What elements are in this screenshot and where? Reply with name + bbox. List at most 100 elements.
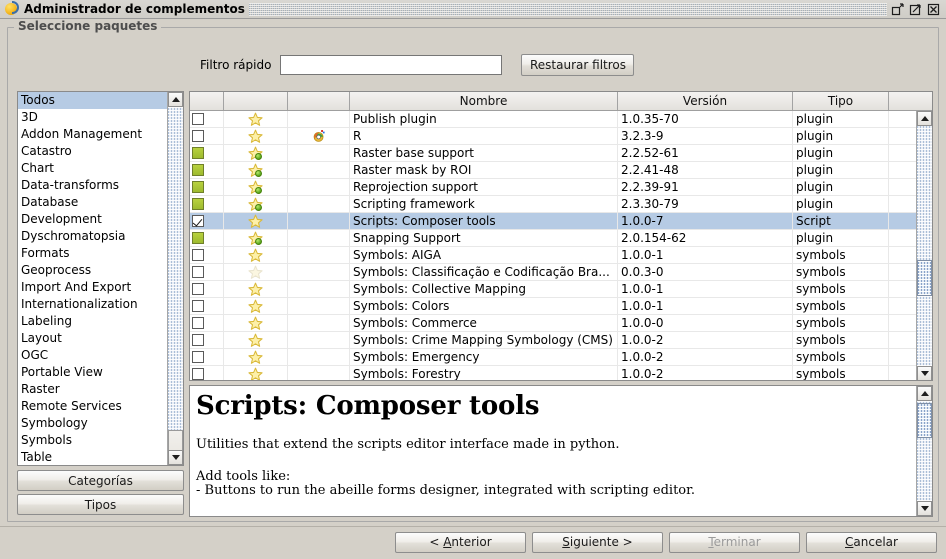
table-row[interactable]: Raster mask by ROI 2.2.41-48 plugin [190, 162, 932, 179]
row-checkbox-cell[interactable] [190, 213, 224, 229]
table-header-check[interactable] [190, 92, 224, 110]
category-item[interactable]: Remote Services [18, 398, 168, 415]
next-button[interactable]: Siguiente > [532, 532, 663, 553]
restore-button[interactable] [891, 2, 904, 16]
package-checkbox[interactable] [192, 368, 204, 380]
row-star-cell[interactable] [224, 128, 288, 144]
table-row[interactable]: R 3.2.3-9 plugin [190, 128, 932, 145]
category-item[interactable]: 3D [18, 109, 168, 126]
table-row[interactable]: Publish plugin 1.0.35-70 plugin [190, 111, 932, 128]
package-checkbox[interactable] [192, 334, 204, 346]
category-item[interactable]: OGC [18, 347, 168, 364]
row-checkbox-cell[interactable] [190, 196, 224, 212]
categories-list[interactable]: Todos 3D Addon Management Catastro Chart Data… [17, 91, 184, 466]
category-item[interactable]: Portable View [18, 364, 168, 381]
star-icon[interactable] [248, 180, 263, 195]
category-item[interactable]: Chart [18, 160, 168, 177]
description-scrollbar-thumb[interactable] [917, 403, 932, 438]
row-checkbox-cell[interactable] [190, 128, 224, 144]
description-scrollbar[interactable] [916, 386, 932, 516]
row-star-cell[interactable] [224, 213, 288, 229]
table-header-icon[interactable] [288, 92, 350, 110]
description-scroll-down-button[interactable] [917, 501, 932, 516]
row-star-cell[interactable] [224, 298, 288, 314]
categories-scroll-down-button[interactable] [168, 450, 183, 465]
categories-scroll-up-button[interactable] [168, 92, 183, 107]
star-icon[interactable] [248, 350, 263, 365]
table-row[interactable]: Scripts: Composer tools 1.0.0-7 Script [190, 213, 932, 230]
row-checkbox-cell[interactable] [190, 298, 224, 314]
row-checkbox-cell[interactable] [190, 145, 224, 161]
close-button[interactable] [927, 3, 940, 16]
table-row[interactable]: Symbols: Crime Mapping Symbology (CMS) 1.… [190, 332, 932, 349]
star-icon[interactable] [248, 282, 263, 297]
row-star-cell[interactable] [224, 162, 288, 178]
packages-scrollbar[interactable] [916, 111, 932, 380]
star-icon[interactable] [248, 163, 263, 178]
star-icon[interactable] [248, 214, 263, 229]
types-button[interactable]: Tipos [17, 494, 184, 515]
previous-button[interactable]: < Anterior [395, 532, 526, 553]
packages-table-body[interactable]: Publish plugin 1.0.35-70 plugin R 3.2.3-9 plu… [190, 111, 932, 380]
category-item[interactable]: Labeling [18, 313, 168, 330]
category-item[interactable]: Layout [18, 330, 168, 347]
table-row[interactable]: Symbols: Forestry 1.0.0-2 symbols [190, 366, 932, 380]
category-item[interactable]: Symbology [18, 415, 168, 432]
table-row[interactable]: Symbols: Emergency 1.0.0-2 symbols [190, 349, 932, 366]
row-star-cell[interactable] [224, 111, 288, 127]
category-item[interactable]: Table [18, 449, 168, 465]
packages-scroll-down-button[interactable] [917, 366, 932, 380]
packages-scroll-up-button[interactable] [917, 111, 932, 126]
packages-scrollbar-track[interactable] [917, 126, 932, 366]
star-icon[interactable] [248, 333, 263, 348]
star-icon[interactable] [248, 112, 263, 127]
row-checkbox-cell[interactable] [190, 111, 224, 127]
package-checkbox[interactable] [192, 283, 204, 295]
row-star-cell[interactable] [224, 349, 288, 365]
category-item[interactable]: Raster [18, 381, 168, 398]
cancel-button[interactable]: Cancelar [806, 532, 937, 553]
row-checkbox-cell[interactable] [190, 162, 224, 178]
table-row[interactable]: Symbols: Colors 1.0.0-1 symbols [190, 298, 932, 315]
table-row[interactable]: Raster base support 2.2.52-61 plugin [190, 145, 932, 162]
row-checkbox-cell[interactable] [190, 281, 224, 297]
row-checkbox-cell[interactable] [190, 315, 224, 331]
row-star-cell[interactable] [224, 196, 288, 212]
row-star-cell[interactable] [224, 145, 288, 161]
star-icon[interactable] [248, 299, 263, 314]
package-installed-checkbox[interactable] [192, 181, 204, 193]
categories-button[interactable]: Categorías [17, 470, 184, 491]
star-icon[interactable] [248, 265, 263, 280]
package-checkbox[interactable] [192, 317, 204, 329]
row-star-cell[interactable] [224, 230, 288, 246]
table-header-version[interactable]: Versión [618, 92, 793, 110]
package-description-pane[interactable]: Scripts: Composer tools Utilities that e… [189, 385, 933, 517]
package-checkbox[interactable] [192, 351, 204, 363]
row-star-cell[interactable] [224, 247, 288, 263]
table-row[interactable]: Snapping Support 2.0.154-62 plugin [190, 230, 932, 247]
categories-scrollbar[interactable] [167, 92, 183, 465]
category-item[interactable]: Internationalization [18, 296, 168, 313]
package-installed-checkbox[interactable] [192, 198, 204, 210]
category-item[interactable]: Data-transforms [18, 177, 168, 194]
package-selected-checkbox[interactable] [192, 215, 204, 227]
package-checkbox[interactable] [192, 130, 204, 142]
row-checkbox-cell[interactable] [190, 179, 224, 195]
row-checkbox-cell[interactable] [190, 332, 224, 348]
star-icon[interactable] [248, 316, 263, 331]
category-item[interactable]: Addon Management [18, 126, 168, 143]
category-item[interactable]: Development [18, 211, 168, 228]
table-row[interactable]: Symbols: AIGA 1.0.0-1 symbols [190, 247, 932, 264]
star-icon[interactable] [248, 367, 263, 380]
maximize-button[interactable] [909, 3, 922, 16]
row-star-cell[interactable] [224, 332, 288, 348]
category-item[interactable]: Symbols [18, 432, 168, 449]
package-checkbox[interactable] [192, 266, 204, 278]
row-star-cell[interactable] [224, 366, 288, 380]
table-row[interactable]: Symbols: Classificação e Codificação Bra… [190, 264, 932, 281]
row-star-cell[interactable] [224, 281, 288, 297]
package-installed-checkbox[interactable] [192, 164, 204, 176]
package-checkbox[interactable] [192, 249, 204, 261]
package-installed-checkbox[interactable] [192, 232, 204, 244]
categories-scrollbar-track[interactable] [168, 107, 183, 450]
